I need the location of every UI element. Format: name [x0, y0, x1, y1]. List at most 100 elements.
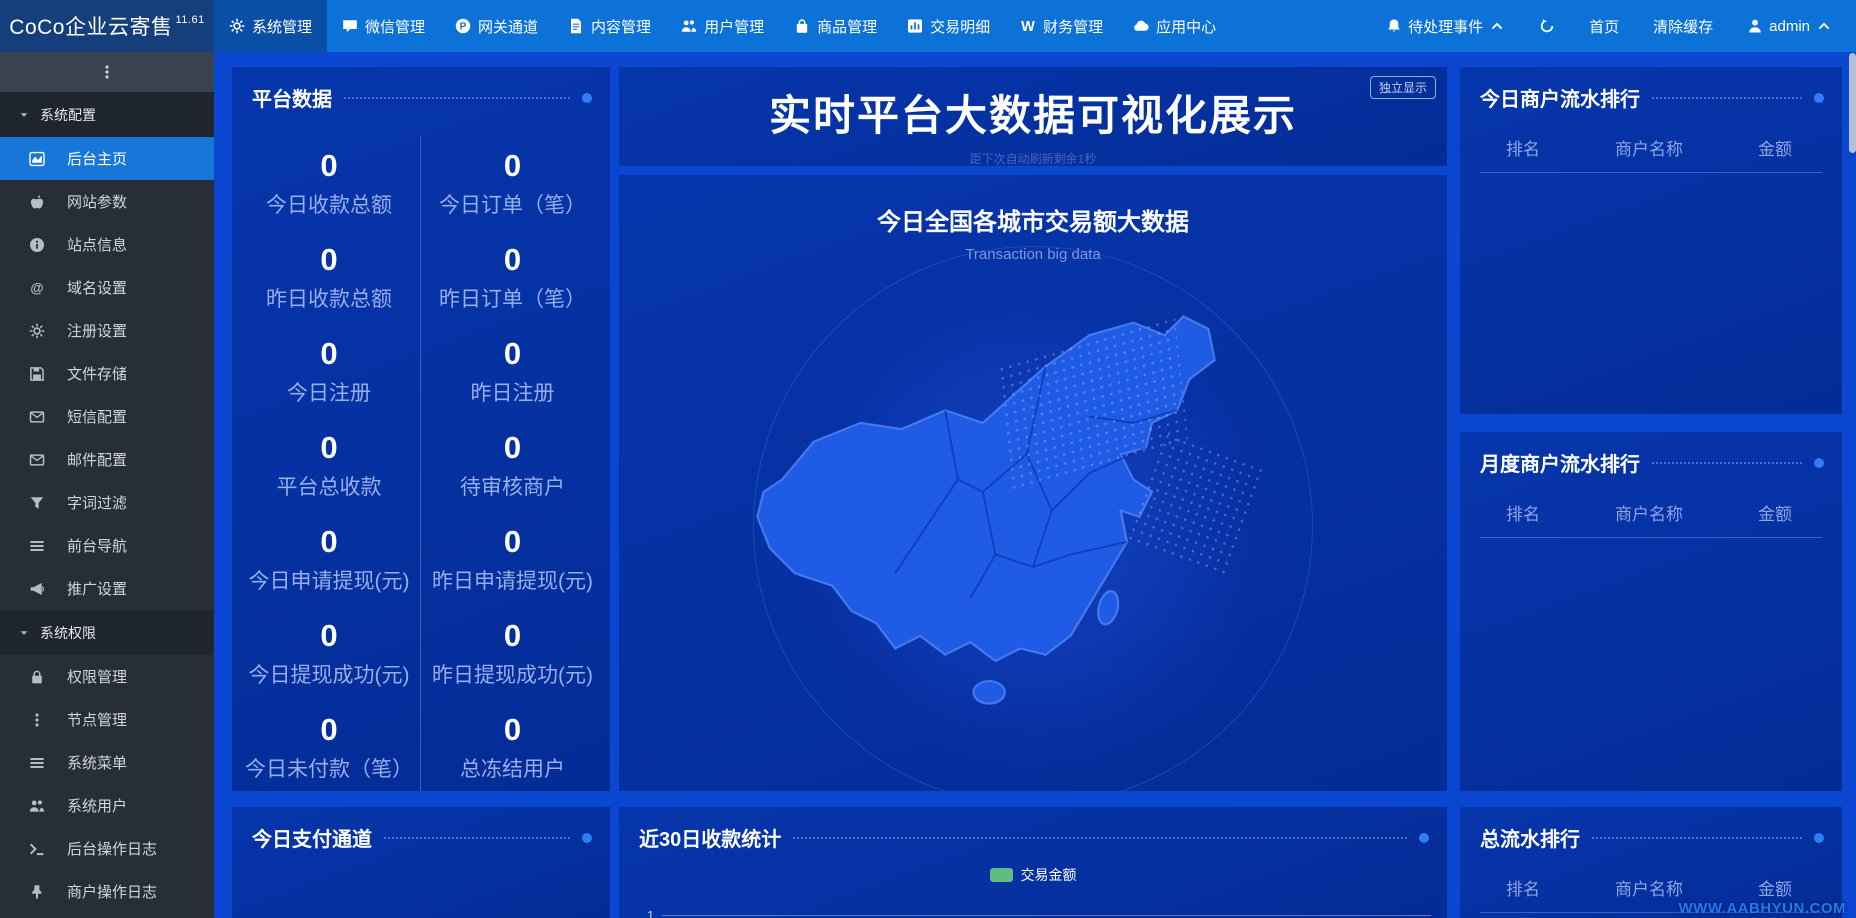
sidebar: 系统配置 后台主页 网站参数 站点信息 域名设置 注册设置 文件存储 短信配置: [0, 52, 214, 918]
sidebar-item-permission-management[interactable]: 权限管理: [0, 655, 214, 698]
document-icon: [568, 18, 584, 34]
sidebar-item-site-params[interactable]: 网站参数: [0, 180, 214, 223]
clear-cache-button[interactable]: 清除缓存: [1653, 16, 1713, 37]
left-column: 平台数据 0 今日收款总额 0 今日订单（笔） 0 昨日收款总额 0 昨日订单（笔） 0…: [232, 67, 610, 918]
stat-label: 今日订单（笔）: [439, 193, 586, 217]
panel-title: 总流水排行: [1480, 829, 1580, 851]
sidebar-item-label: 推广设置: [67, 581, 128, 598]
dot-accent: [582, 92, 592, 103]
pending-events-dropdown[interactable]: 待处理事件: [1386, 16, 1505, 37]
sidebar-item-register-settings[interactable]: 注册设置: [0, 309, 214, 352]
stat-frozen-users: 0 总冻结用户: [421, 700, 604, 791]
home-label: 首页: [1589, 18, 1620, 36]
standalone-display-button[interactable]: 独立显示: [1369, 76, 1436, 99]
list-icon: [29, 538, 45, 554]
stat-today-withdraw-request: 0 今日申请提现(元): [238, 512, 421, 606]
stat-today-withdraw-success: 0 今日提现成功(元): [238, 606, 421, 700]
center-column: 实时平台大数据可视化展示 距下次自动刷新剩余1秒 独立显示 今日全国各城市交易额…: [619, 67, 1447, 918]
sidebar-section-system-permissions[interactable]: 系统权限: [0, 610, 214, 655]
user-dropdown[interactable]: admin: [1747, 18, 1832, 35]
rank-table-header: 排名 商户名称 金额: [1460, 122, 1842, 172]
wechat-icon: [342, 18, 358, 34]
pending-events-label: 待处理事件: [1408, 18, 1484, 36]
panel-title: 月度商户流水排行: [1480, 454, 1640, 476]
stat-yesterday-register: 0 昨日注册: [421, 324, 604, 418]
refresh-button[interactable]: [1539, 18, 1555, 34]
stat-value: 0: [503, 617, 522, 653]
sidebar-item-word-filter[interactable]: 字词过滤: [0, 481, 214, 524]
envelope-icon: [29, 452, 45, 468]
sidebar-item-label: 文件存储: [67, 366, 128, 383]
sidebar-item-system-menu[interactable]: 系统菜单: [0, 741, 214, 784]
panel-title-row: 近30日收款统计: [619, 807, 1447, 862]
sidebar-item-node-management[interactable]: 节点管理: [0, 698, 214, 741]
sidebar-item-label: 站点信息: [67, 237, 128, 254]
rank-table-header: 排名 商户名称 金额: [1460, 487, 1842, 537]
nav-transaction-detail[interactable]: 交易明细: [892, 0, 1005, 52]
users-icon: [29, 798, 45, 814]
info-icon: [29, 237, 45, 253]
sidebar-item-system-users[interactable]: 系统用户: [0, 784, 214, 827]
bar-chart-icon: [907, 18, 923, 34]
nav-system-management[interactable]: 系统管理: [214, 0, 328, 52]
income-30d-chart-panel: 近30日收款统计 交易金额 1: [619, 807, 1447, 918]
stat-value: 0: [320, 335, 338, 371]
nav-label: 微信管理: [365, 18, 426, 36]
scrollbar-thumb[interactable]: [1849, 53, 1856, 153]
stat-label: 昨日收款总额: [266, 287, 392, 311]
stat-today-orders: 0 今日订单（笔）: [421, 136, 604, 230]
sidebar-item-domain-settings[interactable]: 域名设置: [0, 266, 214, 309]
sidebar-item-site-info[interactable]: 站点信息: [0, 223, 214, 266]
bell-icon: [1386, 18, 1402, 34]
bag-icon: [794, 18, 810, 34]
stat-yesterday-income: 0 昨日收款总额: [238, 230, 421, 324]
home-link[interactable]: 首页: [1589, 16, 1619, 37]
sidebar-collapse-toggle[interactable]: [0, 52, 214, 92]
stat-value: 0: [503, 335, 522, 371]
nav-gateway-channel[interactable]: 网关通道: [440, 0, 553, 52]
stat-label: 今日注册: [287, 381, 371, 405]
sidebar-section-system-config[interactable]: 系统配置: [0, 92, 214, 137]
legend-swatch: [989, 868, 1013, 882]
envelope-icon: [29, 409, 45, 425]
today-merchant-rank-panel: 今日商户流水排行 排名 商户名称 金额: [1460, 67, 1842, 414]
chart-legend[interactable]: 交易金额: [619, 865, 1447, 885]
panel-title-row: 平台数据: [232, 67, 610, 122]
nav-content-management[interactable]: 内容管理: [553, 0, 666, 52]
nav-app-center[interactable]: 应用中心: [1118, 0, 1231, 52]
y-axis-tick: 1: [647, 908, 655, 918]
sidebar-item-backend-logs[interactable]: 后台操作日志: [0, 827, 214, 870]
stat-yesterday-withdraw-success: 0 昨日提现成功(元): [421, 606, 604, 700]
nav-user-management[interactable]: 用户管理: [666, 0, 779, 52]
sidebar-item-file-storage[interactable]: 文件存储: [0, 352, 214, 395]
map-header: 今日全国各城市交易额大数据 Transaction big data: [619, 175, 1447, 263]
stat-today-register: 0 今日注册: [238, 324, 421, 418]
area-chart-icon: [29, 151, 45, 167]
topbar: CoCo企业云寄售 11.61 系统管理 微信管理 网关通道 内容管理 用户管理…: [0, 0, 1856, 52]
stat-label: 昨日订单（笔）: [439, 287, 586, 311]
nav-product-management[interactable]: 商品管理: [779, 0, 892, 52]
nav-wechat-management[interactable]: 微信管理: [327, 0, 440, 52]
panel-title-row: 今日支付通道: [232, 807, 610, 862]
stat-value: 0: [320, 711, 338, 747]
sidebar-item-front-nav[interactable]: 前台导航: [0, 524, 214, 567]
sidebar-item-label: 系统用户: [67, 798, 128, 815]
dotted-line: [1592, 836, 1802, 839]
stat-pending-merchants: 0 待审核商户: [421, 418, 604, 512]
sidebar-item-sms-config[interactable]: 短信配置: [0, 395, 214, 438]
payment-channel-panel: 今日支付通道: [232, 807, 610, 918]
admin-dashboard: CoCo企业云寄售 11.61 系统管理 微信管理 网关通道 内容管理 用户管理…: [0, 0, 1856, 918]
sidebar-item-merchant-logs[interactable]: 商户操作日志: [0, 870, 214, 913]
nav-finance-management[interactable]: 财务管理: [1005, 0, 1118, 52]
stat-value: 0: [320, 617, 338, 653]
stat-value: 0: [503, 241, 522, 277]
section-title: 系统权限: [40, 624, 96, 641]
topbar-right: 待处理事件 首页 清除缓存 admin: [1386, 0, 1856, 52]
vertical-dots-icon: [29, 712, 45, 728]
sidebar-item-promo-settings[interactable]: 推广设置: [0, 567, 214, 610]
dot-accent: [1814, 92, 1824, 103]
sidebar-item-backend-home[interactable]: 后台主页: [0, 137, 214, 180]
sidebar-item-email-config[interactable]: 邮件配置: [0, 438, 214, 481]
platform-data-panel: 平台数据 0 今日收款总额 0 今日订单（笔） 0 昨日收款总额 0 昨日订单（笔） 0…: [232, 67, 610, 791]
sidebar-item-label: 字词过滤: [67, 495, 128, 512]
